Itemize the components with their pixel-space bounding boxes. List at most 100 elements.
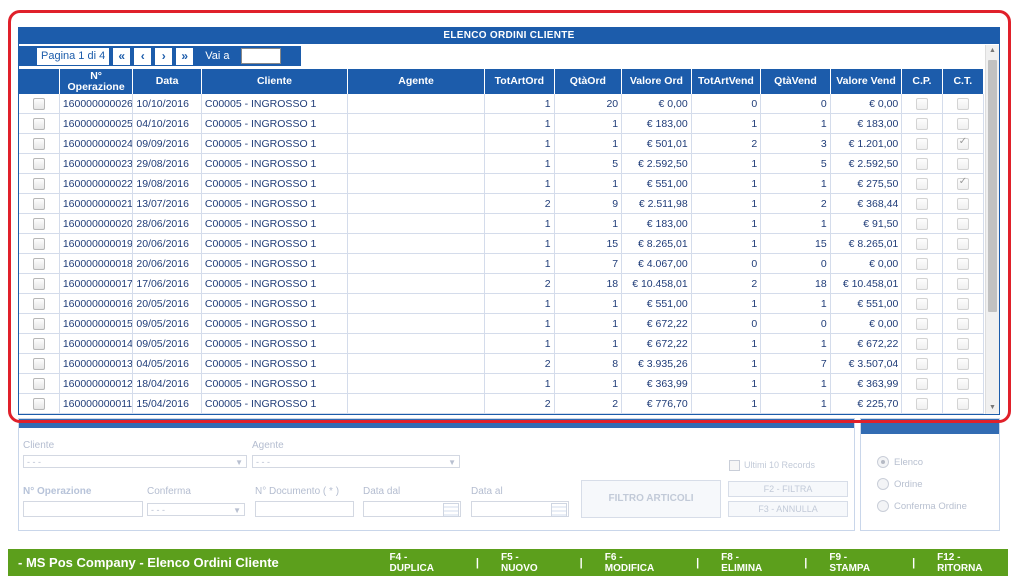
table-row[interactable]: 160000000019 20/06/2016 C00005 - INGROSSO … bbox=[19, 233, 984, 254]
documento-input[interactable] bbox=[255, 501, 354, 517]
operazione-input[interactable] bbox=[23, 501, 143, 517]
cp-checkbox[interactable] bbox=[915, 337, 928, 350]
cp-checkbox[interactable] bbox=[915, 217, 928, 230]
row-select-checkbox[interactable] bbox=[32, 217, 45, 230]
row-select-checkbox[interactable] bbox=[32, 197, 45, 210]
table-row[interactable]: 160000000013 04/05/2016 C00005 - INGROSSO … bbox=[19, 353, 984, 374]
elimina-button[interactable]: F8 - ELIMINA bbox=[721, 552, 782, 574]
goto-page-input[interactable] bbox=[241, 48, 282, 64]
table-row[interactable]: 160000000018 20/06/2016 C00005 - INGROSSO … bbox=[19, 253, 984, 274]
column-header[interactable]: Data bbox=[132, 69, 202, 94]
ritorna-button[interactable]: F12 - RITORNA bbox=[937, 552, 1008, 574]
stampa-button[interactable]: F9 - STAMPA bbox=[829, 552, 890, 574]
agente-select[interactable]: - - - ▼ bbox=[252, 455, 460, 468]
calendar-icon[interactable] bbox=[551, 503, 567, 517]
table-row[interactable]: 160000000017 17/06/2016 C00005 - INGROSSO … bbox=[19, 273, 984, 294]
cp-checkbox[interactable] bbox=[915, 297, 928, 310]
row-select-checkbox[interactable] bbox=[32, 97, 45, 110]
column-header[interactable]: C.T. bbox=[942, 69, 984, 94]
row-select-checkbox[interactable] bbox=[32, 297, 45, 310]
row-select-checkbox[interactable] bbox=[32, 377, 45, 390]
column-header[interactable]: Valore Vend bbox=[830, 69, 903, 94]
table-row[interactable]: 160000000015 09/05/2016 C00005 - INGROSSO … bbox=[19, 313, 984, 334]
column-header[interactable]: Agente bbox=[347, 69, 486, 94]
duplica-button[interactable]: F4 - DUPLICA bbox=[390, 552, 454, 574]
conferma-select[interactable]: - - - ▼ bbox=[147, 503, 245, 516]
row-select-checkbox[interactable] bbox=[32, 117, 45, 130]
row-select-checkbox[interactable] bbox=[32, 157, 45, 170]
row-select-checkbox[interactable] bbox=[32, 397, 45, 410]
cp-checkbox[interactable] bbox=[915, 257, 928, 270]
ct-checkbox[interactable] bbox=[956, 377, 969, 390]
ct-checkbox[interactable] bbox=[956, 337, 969, 350]
table-row[interactable]: 160000000012 18/04/2016 C00005 - INGROSSO … bbox=[19, 373, 984, 394]
cp-checkbox[interactable] bbox=[915, 317, 928, 330]
ct-checkbox[interactable] bbox=[956, 117, 969, 130]
ct-checkbox[interactable] bbox=[956, 136, 969, 150]
ct-checkbox[interactable] bbox=[956, 297, 969, 310]
ct-checkbox[interactable] bbox=[956, 277, 969, 290]
scroll-down-icon[interactable]: ▼ bbox=[986, 402, 999, 414]
row-select-checkbox[interactable] bbox=[32, 277, 45, 290]
cliente-select[interactable]: - - - ▼ bbox=[23, 455, 247, 468]
row-select-checkbox[interactable] bbox=[32, 317, 45, 330]
cp-checkbox[interactable] bbox=[915, 357, 928, 370]
column-header[interactable]: TotArtVend bbox=[691, 69, 762, 94]
sort-option-ordine[interactable]: Ordine bbox=[877, 478, 923, 490]
column-header[interactable]: C.P. bbox=[901, 69, 943, 94]
column-header[interactable]: N° Operazione bbox=[59, 69, 134, 94]
cp-checkbox[interactable] bbox=[915, 277, 928, 290]
cp-checkbox[interactable] bbox=[915, 397, 928, 410]
scroll-thumb[interactable] bbox=[988, 60, 997, 312]
table-row[interactable]: 160000000026 10/10/2016 C00005 - INGROSSO … bbox=[19, 94, 984, 114]
column-header[interactable]: QtàVend bbox=[760, 69, 831, 94]
annulla-button[interactable]: F3 - ANNULLA bbox=[728, 501, 848, 517]
column-header[interactable]: TotArtOrd bbox=[484, 69, 555, 94]
cp-checkbox[interactable] bbox=[915, 197, 928, 210]
row-select-checkbox[interactable] bbox=[32, 337, 45, 350]
prev-page-button[interactable]: ‹ bbox=[134, 47, 152, 65]
cp-checkbox[interactable] bbox=[915, 377, 928, 390]
ct-checkbox[interactable] bbox=[956, 397, 969, 410]
last-page-button[interactable]: » bbox=[176, 47, 194, 65]
scroll-up-icon[interactable]: ▲ bbox=[986, 45, 999, 57]
column-header[interactable]: Cliente bbox=[201, 69, 349, 94]
filtro-articoli-button[interactable]: FILTRO ARTICOLI bbox=[581, 480, 721, 518]
ct-checkbox[interactable] bbox=[956, 357, 969, 370]
next-page-button[interactable]: › bbox=[155, 47, 173, 65]
cp-checkbox[interactable] bbox=[915, 117, 928, 130]
table-row[interactable]: 160000000011 15/04/2016 C00005 - INGROSSO … bbox=[19, 393, 984, 414]
ct-checkbox[interactable] bbox=[956, 176, 969, 190]
ct-checkbox[interactable] bbox=[956, 157, 969, 170]
table-row[interactable]: 160000000022 19/08/2016 C00005 - INGROSSO … bbox=[19, 173, 984, 194]
row-select-checkbox[interactable] bbox=[32, 177, 45, 190]
ultimi-records-option[interactable]: Ultimi 10 Records bbox=[729, 460, 815, 472]
ct-checkbox[interactable] bbox=[956, 217, 969, 230]
table-row[interactable]: 160000000024 09/09/2016 C00005 - INGROSSO … bbox=[19, 133, 984, 154]
grid-scrollbar[interactable]: ▲ ▼ bbox=[985, 45, 999, 414]
data-al-input[interactable] bbox=[471, 501, 569, 517]
column-header[interactable]: Valore Ord bbox=[621, 69, 692, 94]
data-dal-input[interactable] bbox=[363, 501, 461, 517]
ct-checkbox[interactable] bbox=[956, 97, 969, 110]
cp-checkbox[interactable] bbox=[915, 97, 928, 110]
modifica-button[interactable]: F6 - MODIFICA bbox=[605, 552, 674, 574]
ct-checkbox[interactable] bbox=[956, 237, 969, 250]
ultimi-records-checkbox[interactable] bbox=[729, 460, 740, 472]
table-row[interactable]: 160000000021 13/07/2016 C00005 - INGROSSO … bbox=[19, 193, 984, 214]
ct-checkbox[interactable] bbox=[956, 257, 969, 270]
cp-checkbox[interactable] bbox=[915, 157, 928, 170]
calendar-icon[interactable] bbox=[443, 503, 459, 517]
table-row[interactable]: 160000000014 09/05/2016 C00005 - INGROSSO … bbox=[19, 333, 984, 354]
row-select-checkbox[interactable] bbox=[32, 357, 45, 370]
row-select-checkbox[interactable] bbox=[32, 137, 45, 150]
sort-option-conferma-ordine[interactable]: Conferma Ordine bbox=[877, 500, 967, 512]
first-page-button[interactable]: « bbox=[113, 47, 131, 65]
row-select-checkbox[interactable] bbox=[32, 237, 45, 250]
sort-option-elenco[interactable]: Elenco bbox=[877, 456, 923, 468]
table-row[interactable]: 160000000025 04/10/2016 C00005 - INGROSSO … bbox=[19, 113, 984, 134]
cp-checkbox[interactable] bbox=[915, 177, 928, 190]
table-row[interactable]: 160000000023 29/08/2016 C00005 - INGROSSO … bbox=[19, 153, 984, 174]
ct-checkbox[interactable] bbox=[956, 317, 969, 330]
cp-checkbox[interactable] bbox=[915, 237, 928, 250]
